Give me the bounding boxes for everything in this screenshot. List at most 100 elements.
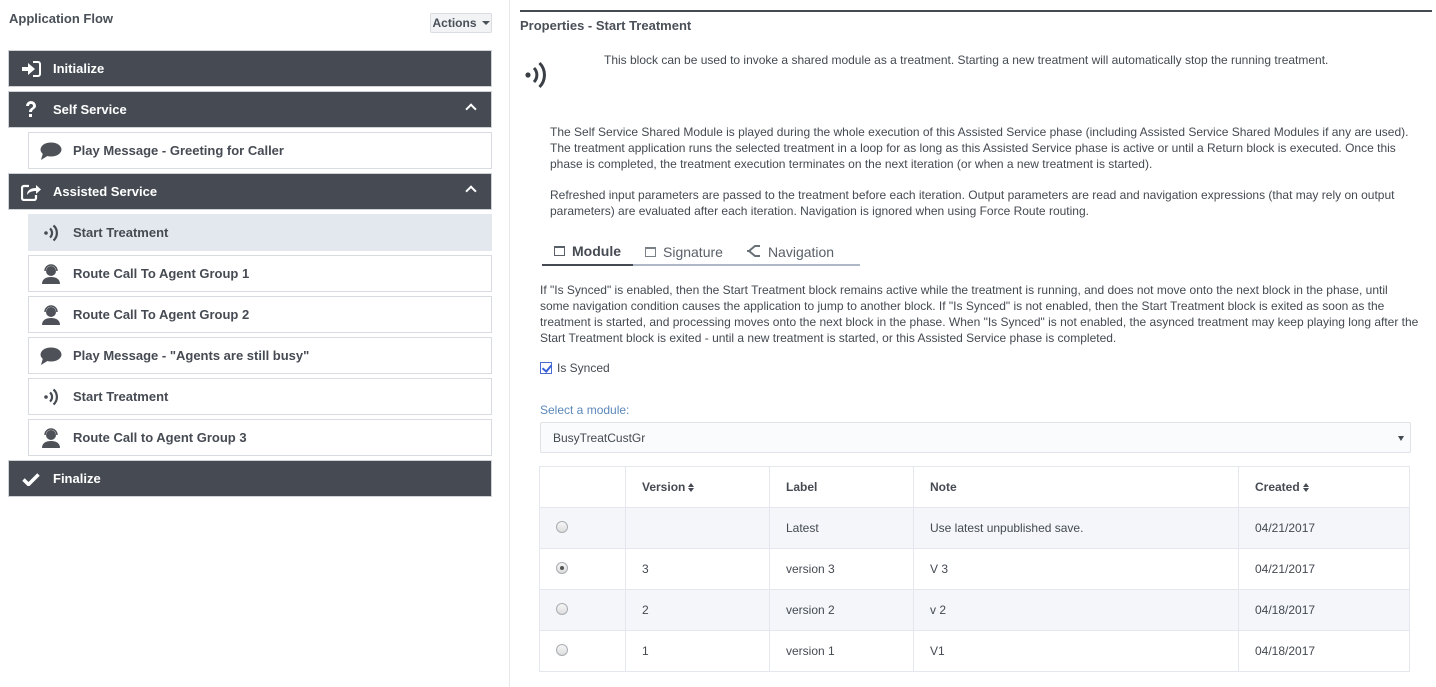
row-select-cell: [539, 589, 626, 631]
panel-title: Application Flow: [9, 11, 113, 26]
module-select[interactable]: BusyTreatCustGr: [540, 422, 1411, 453]
properties-title: Properties - Start Treatment: [520, 18, 692, 33]
window-icon: [645, 247, 656, 257]
tab-signature[interactable]: Signature: [633, 240, 735, 264]
window-icon: [554, 246, 565, 256]
block-start-treatment[interactable]: Start Treatment: [28, 378, 492, 415]
radio-button[interactable]: [556, 602, 568, 615]
block-route-call-group-2[interactable]: Route Call To Agent Group 2: [28, 296, 492, 333]
block-label: Play Message - Greeting for Caller: [73, 143, 284, 158]
checkbox-label: Is Synced: [557, 361, 610, 375]
header-note: Note: [913, 466, 1239, 508]
flow-list: Initialize Self Service Play Message - G…: [8, 50, 492, 501]
sign-in-icon: [9, 60, 53, 77]
checkmark-icon: [9, 472, 53, 486]
is-synced-checkbox[interactable]: Is Synced: [540, 361, 610, 375]
radio-button[interactable]: [556, 643, 568, 656]
created-cell: 04/21/2017: [1238, 507, 1410, 549]
tab-label: Navigation: [767, 244, 835, 260]
treatment-signal-icon: [29, 388, 73, 406]
block-route-call-group-1[interactable]: Route Call To Agent Group 1: [28, 255, 492, 292]
header-divider: [520, 10, 1432, 12]
row-select-cell: [539, 630, 626, 672]
note-cell: V1: [913, 630, 1239, 672]
checkbox-checked-icon[interactable]: [540, 362, 552, 374]
phase-initialize[interactable]: Initialize: [8, 50, 492, 87]
chevron-up-icon[interactable]: [465, 185, 477, 197]
actions-label: Actions: [432, 16, 477, 30]
block-play-message-agents-busy[interactable]: Play Message - "Agents are still busy": [28, 337, 492, 374]
row-select-cell: [539, 507, 626, 549]
agent-headset-icon: [29, 427, 73, 448]
header-created[interactable]: Created: [1238, 466, 1410, 508]
table-row[interactable]: 1 version 1 V1 04/18/2017: [539, 630, 1410, 672]
versions-table: Version Label Note Created Latest Use la…: [539, 466, 1410, 672]
block-play-message-greeting[interactable]: Play Message - Greeting for Caller: [28, 132, 492, 169]
created-cell: 04/18/2017: [1238, 589, 1410, 631]
phase-assisted-service[interactable]: Assisted Service: [8, 173, 492, 210]
block-label: Start Treatment: [73, 389, 169, 404]
header-label: Created: [1255, 480, 1300, 494]
is-synced-description: If "Is Synced" is enabled, then the Star…: [540, 283, 1419, 345]
header-version[interactable]: Version: [625, 466, 770, 508]
description-paragraph: Refreshed input parameters are passed to…: [550, 188, 1395, 218]
actions-dropdown-button[interactable]: Actions: [430, 13, 492, 33]
table-row[interactable]: 3 version 3 V 3 04/21/2017: [539, 548, 1410, 590]
block-route-call-group-3[interactable]: Route Call to Agent Group 3: [28, 419, 492, 456]
block-label: Play Message - "Agents are still busy": [73, 348, 310, 363]
table-row[interactable]: 2 version 2 v 2 04/18/2017: [539, 589, 1410, 631]
tab-label: Signature: [663, 244, 723, 260]
speech-bubble-icon: [29, 347, 73, 365]
label-cell: Latest: [769, 507, 914, 549]
block-intro-text: This block can be used to invoke a share…: [604, 53, 1329, 67]
select-module-label: Select a module:: [540, 403, 630, 417]
phase-self-service[interactable]: Self Service: [8, 91, 492, 128]
label-cell: version 1: [769, 630, 914, 672]
header-select: [539, 466, 626, 508]
properties-panel: Properties - Start Treatment This block …: [520, 0, 1432, 687]
version-cell: 1: [625, 630, 770, 672]
version-cell: 2: [625, 589, 770, 631]
sort-icon[interactable]: [688, 482, 695, 493]
agent-headset-icon: [29, 304, 73, 325]
note-cell: Use latest unpublished save.: [913, 507, 1239, 549]
header-label: Label: [769, 466, 914, 508]
created-cell: 04/18/2017: [1238, 630, 1410, 672]
navigation-branch-icon: [746, 244, 761, 260]
created-cell: 04/21/2017: [1238, 548, 1410, 590]
label-cell: version 3: [769, 548, 914, 590]
phase-finalize[interactable]: Finalize: [8, 460, 492, 497]
label-cell: version 2: [769, 589, 914, 631]
treatment-signal-icon: [29, 224, 73, 242]
block-description: The Self Service Shared Module is played…: [550, 124, 1420, 234]
description-paragraph: The Self Service Shared Module is played…: [550, 125, 1409, 171]
block-label: Route Call to Agent Group 3: [73, 430, 247, 445]
header-label: Version: [642, 480, 686, 494]
table-header-row: Version Label Note Created: [539, 466, 1410, 508]
application-flow-panel: Application Flow Actions Initialize Self…: [0, 0, 510, 687]
treatment-signal-icon: [524, 60, 548, 95]
tab-module[interactable]: Module: [542, 240, 633, 266]
tab-label: Module: [572, 243, 621, 259]
version-cell: [625, 507, 770, 549]
phase-label: Finalize: [53, 471, 101, 486]
sort-icon[interactable]: [1302, 482, 1310, 493]
speech-bubble-icon: [29, 142, 73, 160]
share-icon: [9, 183, 53, 201]
chevron-up-icon[interactable]: [465, 103, 477, 115]
caret-down-icon: [481, 21, 490, 25]
phase-label: Initialize: [53, 61, 105, 76]
phase-label: Assisted Service: [53, 184, 158, 199]
block-label: Route Call To Agent Group 2: [73, 307, 250, 322]
question-icon: [9, 101, 53, 118]
note-cell: v 2: [913, 589, 1239, 631]
agent-headset-icon: [29, 263, 73, 284]
radio-button[interactable]: [556, 520, 568, 533]
table-row[interactable]: Latest Use latest unpublished save. 04/2…: [539, 507, 1410, 549]
note-cell: V 3: [913, 548, 1239, 590]
property-tabs: Module Signature Navigation: [542, 240, 860, 266]
tab-navigation[interactable]: Navigation: [735, 240, 846, 264]
version-cell: 3: [625, 548, 770, 590]
radio-button-selected[interactable]: [556, 561, 568, 574]
block-start-treatment-selected[interactable]: Start Treatment: [28, 214, 492, 251]
